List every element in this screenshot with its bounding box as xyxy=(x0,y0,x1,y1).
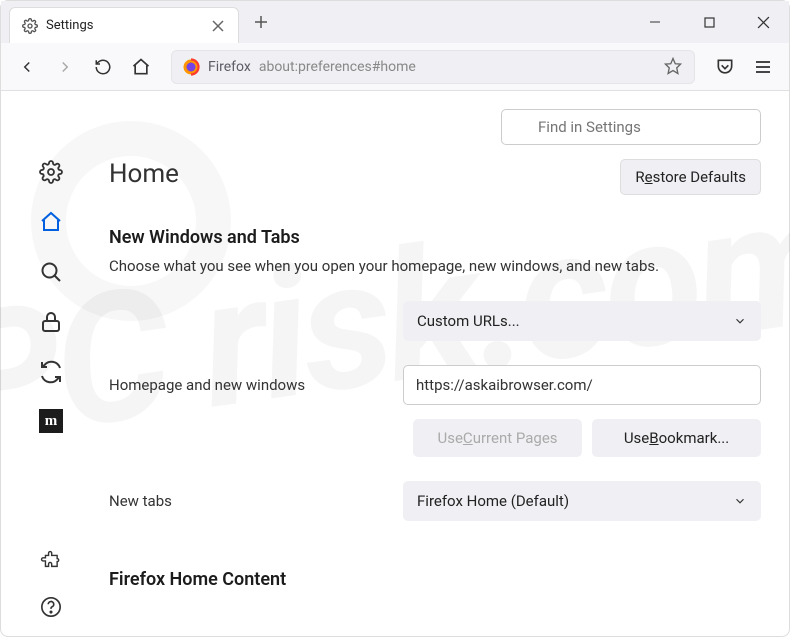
urlbar-identity-label: Firefox xyxy=(208,59,251,75)
new-tab-button[interactable] xyxy=(247,8,275,36)
restore-defaults-button[interactable]: Restore Defaults xyxy=(620,159,761,195)
reload-button[interactable] xyxy=(87,51,119,83)
chevron-down-icon xyxy=(733,494,747,508)
toolbar: Firefox about:preferences#home xyxy=(1,43,789,91)
sidebar-item-sync[interactable] xyxy=(38,359,64,385)
settings-main-content: Home Restore Defaults New Windows and Ta… xyxy=(101,91,789,636)
homepage-url-input[interactable]: https://askaibrowser.com/ xyxy=(403,365,761,405)
homepage-mode-dropdown[interactable]: Custom URLs... xyxy=(403,301,761,341)
home-button[interactable] xyxy=(125,51,157,83)
close-window-button[interactable] xyxy=(745,6,781,38)
browser-tab-settings[interactable]: Settings xyxy=(9,7,239,43)
sidebar-item-extensions[interactable] xyxy=(38,548,64,574)
use-bookmark-button[interactable]: Use Bookmark... xyxy=(592,419,761,457)
newtabs-label: New tabs xyxy=(109,492,379,510)
sidebar-item-general[interactable] xyxy=(38,159,64,185)
homepage-label: Homepage and new windows xyxy=(109,376,379,394)
chevron-down-icon xyxy=(733,314,747,328)
sidebar-item-help[interactable] xyxy=(38,594,64,620)
page-heading: Home xyxy=(109,159,179,189)
section-description: Choose what you see when you open your h… xyxy=(109,256,761,277)
close-tab-button[interactable] xyxy=(210,18,226,34)
back-button[interactable] xyxy=(11,51,43,83)
use-current-pages-button[interactable]: Use Current Pages xyxy=(413,419,582,457)
pocket-button[interactable] xyxy=(709,51,741,83)
url-bar[interactable]: Firefox about:preferences#home xyxy=(171,50,695,84)
newtabs-dropdown[interactable]: Firefox Home (Default) xyxy=(403,481,761,521)
urlbar-text: about:preferences#home xyxy=(259,59,664,75)
bookmark-star-icon[interactable] xyxy=(664,57,684,77)
tab-bar: Settings xyxy=(1,1,789,43)
sidebar-item-privacy[interactable] xyxy=(38,309,64,335)
firefox-logo-icon xyxy=(182,58,200,76)
sidebar-item-search[interactable] xyxy=(38,259,64,285)
section-title-firefox-home-content: Firefox Home Content xyxy=(109,569,761,590)
section-title-new-windows-tabs: New Windows and Tabs xyxy=(109,227,761,248)
settings-sidebar: m xyxy=(1,91,101,636)
sidebar-item-more-from-mozilla[interactable]: m xyxy=(39,409,63,433)
gear-icon xyxy=(22,18,38,34)
find-in-settings-input[interactable] xyxy=(501,109,761,145)
forward-button[interactable] xyxy=(49,51,81,83)
app-menu-button[interactable] xyxy=(747,51,779,83)
minimize-button[interactable] xyxy=(637,6,673,38)
sidebar-item-home[interactable] xyxy=(38,209,64,235)
tab-title: Settings xyxy=(46,18,202,33)
maximize-button[interactable] xyxy=(691,6,727,38)
